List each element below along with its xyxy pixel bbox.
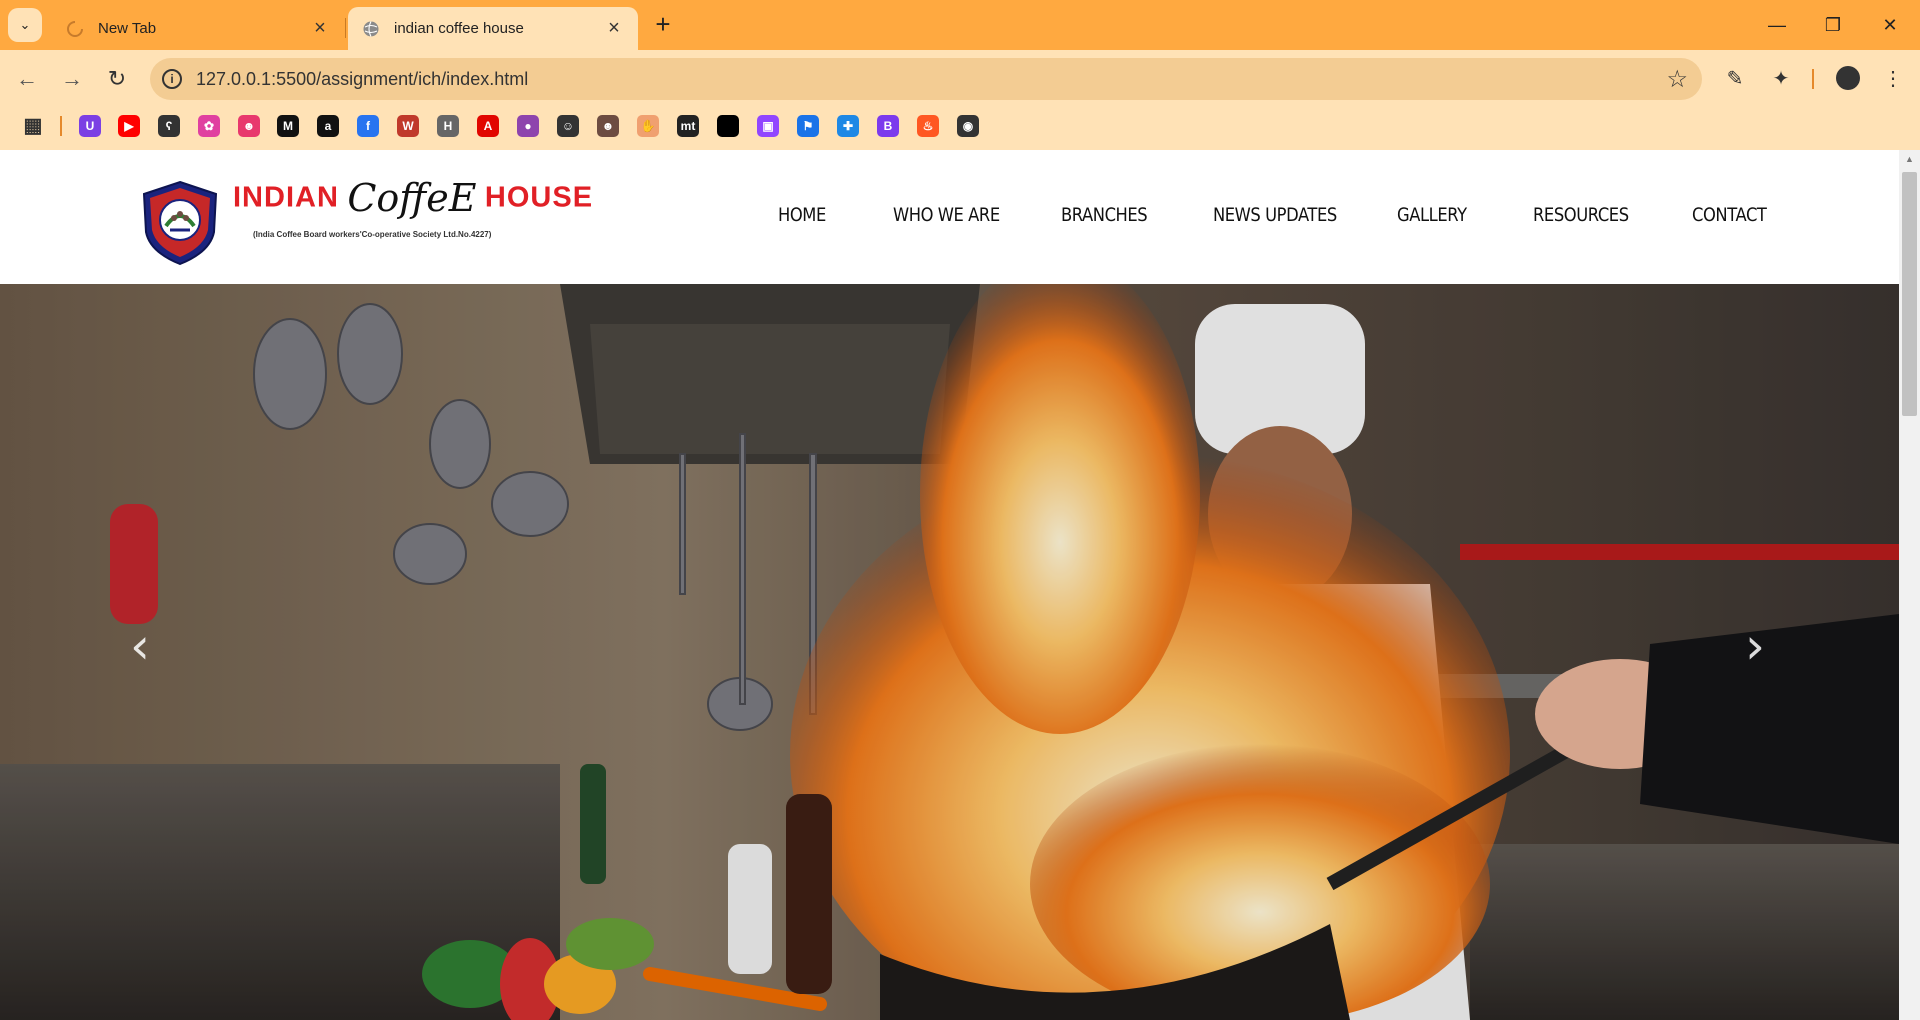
chevron-down-icon: ⌄ <box>19 17 31 32</box>
tab-new-tab[interactable]: New Tab × <box>52 7 344 50</box>
brand-word-indian: INDIAN <box>233 181 339 214</box>
apps-grid-icon[interactable]: ▦ <box>22 115 44 137</box>
site-info-icon[interactable]: i <box>162 69 182 89</box>
bookmark-star-icon[interactable]: ☆ <box>1666 65 1688 94</box>
page-scrollbar[interactable]: ▲ <box>1899 150 1920 1020</box>
restore-icon[interactable]: ❐ <box>1813 10 1853 40</box>
robot-icon[interactable]: ☻ <box>238 115 260 137</box>
globe-icon <box>363 20 379 37</box>
minimize-icon[interactable]: — <box>1757 10 1797 40</box>
puzzle-icon[interactable]: ✚ <box>837 115 859 137</box>
planet-icon[interactable]: ● <box>517 115 539 137</box>
forward-arrow-icon[interactable]: → <box>55 62 89 96</box>
tab-title: indian coffee house <box>394 20 524 37</box>
amazon-icon[interactable]: a <box>317 115 339 137</box>
nav-resources[interactable]: RESOURCES <box>1533 204 1629 226</box>
bookmarks-separator <box>60 116 62 136</box>
reload-icon[interactable]: ↻ <box>100 62 134 96</box>
scroll-up-arrow-icon[interactable]: ▲ <box>1905 154 1914 164</box>
loading-spinner-icon <box>67 20 83 37</box>
nav-branches[interactable]: BRANCHES <box>1061 204 1148 226</box>
twitch-icon[interactable]: ▣ <box>757 115 779 137</box>
close-window-icon[interactable]: ✕ <box>1870 10 1910 40</box>
flower-icon[interactable]: ✿ <box>198 115 220 137</box>
avatar-icon[interactable]: ☻ <box>597 115 619 137</box>
close-icon[interactable]: × <box>310 17 330 40</box>
u-icon[interactable]: U <box>79 115 101 137</box>
bookmarks-bar: ▦ U ▶ ʕ ✿ ☻ Ma f W H A ● ☺ ☻ ✋ mt ▣ ⚑ ✚ B ♨ ◉ <box>0 108 1920 150</box>
m-icon[interactable]: M <box>277 115 299 137</box>
scrollbar-thumb[interactable] <box>1902 172 1917 416</box>
tab-list-button[interactable]: ⌄ <box>8 8 42 42</box>
tab-indian-coffee-house[interactable]: indian coffee house × <box>348 7 638 50</box>
face-icon[interactable]: ☺ <box>557 115 579 137</box>
carousel-next-button[interactable]: › <box>1735 616 1775 676</box>
hero-carousel: ‹ › <box>0 284 1899 1020</box>
github-icon[interactable]: ◉ <box>957 115 979 137</box>
toolbar-divider <box>1812 69 1814 89</box>
tab-separator <box>345 18 346 38</box>
carousel-prev-button[interactable]: ‹ <box>120 616 160 676</box>
black-square-icon[interactable] <box>717 115 739 137</box>
society-emblem-icon <box>142 180 218 266</box>
hand-icon[interactable]: ✋ <box>637 115 659 137</box>
nav-gallery[interactable]: GALLERY <box>1397 204 1467 226</box>
nav-contact[interactable]: CONTACT <box>1692 204 1767 226</box>
back-arrow-icon[interactable]: ← <box>10 62 44 96</box>
b-icon[interactable]: B <box>877 115 899 137</box>
browser-toolbar: ← → ↻ i 127.0.0.1:5500/assignment/ich/in… <box>0 50 1920 108</box>
fire-icon[interactable]: ♨ <box>917 115 939 137</box>
nav-news-updates[interactable]: NEWS UPDATES <box>1213 204 1337 226</box>
a-icon[interactable]: A <box>477 115 499 137</box>
mt-icon[interactable]: mt <box>677 115 699 137</box>
nav-home[interactable]: HOME <box>778 204 826 226</box>
h-icon[interactable]: H <box>437 115 459 137</box>
site-logo[interactable]: INDIAN CoffeE HOUSE (India Coffee Board … <box>140 176 592 266</box>
nav-who-we-are[interactable]: WHO WE ARE <box>893 204 1000 226</box>
page-viewport: INDIAN CoffeE HOUSE (India Coffee Board … <box>0 150 1920 1020</box>
brand-word-house: HOUSE <box>484 181 594 214</box>
w-icon[interactable]: W <box>397 115 419 137</box>
browser-tab-bar: ⌄ New Tab × indian coffee house × + — ❐ … <box>0 0 1920 50</box>
flipkart-icon[interactable]: f <box>357 115 379 137</box>
bear-icon[interactable]: ʕ <box>158 115 180 137</box>
pen-icon[interactable]: ✎ <box>1722 66 1748 92</box>
new-tab-button[interactable]: + <box>648 10 678 40</box>
menu-kebab-icon[interactable]: ⋮ <box>1880 66 1906 92</box>
brand-wordmark: INDIAN CoffeE HOUSE <box>233 176 593 220</box>
hero-kitchen-image <box>0 284 1899 1020</box>
youtube-icon[interactable]: ▶ <box>118 115 140 137</box>
profile-avatar[interactable] <box>1836 66 1860 90</box>
brand-word-coffee: CoffeE <box>347 176 477 220</box>
close-icon[interactable]: × <box>604 17 624 40</box>
url-text: 127.0.0.1:5500/assignment/ich/index.html <box>196 69 529 89</box>
tab-title: New Tab <box>98 20 157 37</box>
brand-tagline: (India Coffee Board workers'Co-operative… <box>253 230 492 239</box>
address-bar[interactable]: i 127.0.0.1:5500/assignment/ich/index.ht… <box>150 58 1702 100</box>
extensions-puzzle-icon[interactable]: ✦ <box>1768 66 1794 92</box>
flag-icon[interactable]: ⚑ <box>797 115 819 137</box>
site-header: INDIAN CoffeE HOUSE (India Coffee Board … <box>0 150 1899 284</box>
